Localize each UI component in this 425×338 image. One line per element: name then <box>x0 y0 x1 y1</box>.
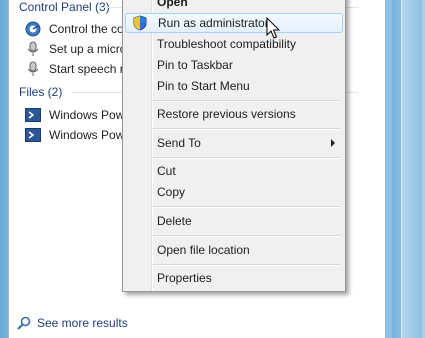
see-more-label: See more results <box>37 316 128 330</box>
menu-item-pin-to-taskbar[interactable]: Pin to Taskbar <box>125 55 343 75</box>
menu-item-copy[interactable]: Copy <box>125 182 343 202</box>
start-menu-right-frame <box>392 0 425 338</box>
result-label: Control the computer... <box>49 22 129 36</box>
submenu-arrow-icon <box>331 139 335 147</box>
menu-item-troubleshoot-compatibility[interactable]: Troubleshoot compatibility <box>125 34 343 54</box>
menu-item-pin-to-start-menu[interactable]: Pin to Start Menu <box>125 76 343 96</box>
menu-item-open[interactable]: Open <box>125 0 343 12</box>
menu-item-send-to[interactable]: Send To <box>125 133 343 153</box>
menu-item-restore-previous-versions[interactable]: Restore previous versions <box>125 104 343 124</box>
menu-item-label: Pin to Start Menu <box>157 79 250 93</box>
menu-item-label: Copy <box>157 185 186 199</box>
menu-item-label: Delete <box>157 214 192 228</box>
result-label: Start speech recognition <box>49 62 129 76</box>
menu-item-run-as-administrator[interactable]: Run as administrator <box>125 13 343 33</box>
microphone-icon <box>27 61 39 76</box>
menu-separator <box>153 157 341 159</box>
menu-item-label: Restore previous versions <box>157 107 296 121</box>
result-label: Windows PowerShell <box>49 108 129 122</box>
uac-shield-icon <box>133 15 147 31</box>
menu-separator <box>153 100 341 102</box>
mouse-cursor-icon <box>266 17 281 39</box>
menu-item-label: Properties <box>157 271 212 285</box>
see-more-results-link[interactable]: See more results <box>17 313 128 333</box>
menu-item-label: Cut <box>157 164 176 178</box>
microphone-icon <box>27 41 39 56</box>
menu-separator <box>153 264 341 266</box>
menu-item-label: Open file location <box>157 243 250 257</box>
menu-separator <box>153 206 341 208</box>
menu-item-open-file-location[interactable]: Open file location <box>125 240 343 260</box>
context-menu: Open Run as administrator Troubleshoot c… <box>122 0 346 292</box>
control-panel-icon <box>25 21 41 37</box>
menu-item-label: Pin to Taskbar <box>157 58 233 72</box>
result-label: Set up a microphone <box>49 42 129 56</box>
menu-item-label: Open <box>157 0 188 9</box>
menu-item-cut[interactable]: Cut <box>125 161 343 181</box>
menu-item-delete[interactable]: Delete <box>125 211 343 231</box>
menu-item-label: Run as administrator <box>158 16 269 30</box>
powershell-icon <box>25 128 41 142</box>
menu-separator <box>153 128 341 130</box>
menu-separator <box>153 235 341 237</box>
frame-glass <box>401 0 422 338</box>
menu-item-label: Send To <box>157 136 201 150</box>
search-icon <box>17 316 31 330</box>
menu-item-properties[interactable]: Properties <box>125 268 343 288</box>
result-label: Windows PowerShell ISE <box>49 128 129 142</box>
powershell-icon <box>25 108 41 122</box>
